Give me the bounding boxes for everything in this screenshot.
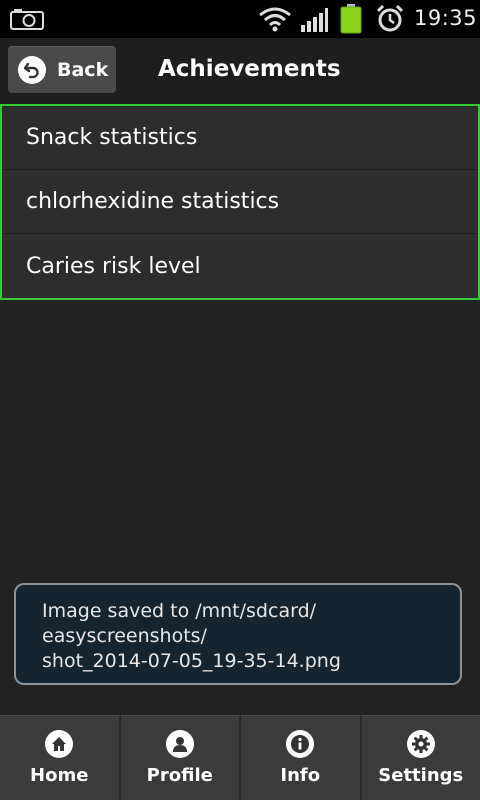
tab-settings-label: Settings xyxy=(378,765,464,786)
tab-info[interactable]: Info xyxy=(241,715,362,800)
status-bar: 19:35 xyxy=(0,0,480,38)
camera-icon xyxy=(10,9,44,30)
gear-icon xyxy=(406,730,435,758)
header: Back Achievements xyxy=(0,38,480,104)
tab-home[interactable]: Home xyxy=(0,715,121,800)
achievements-list: Snack statistics chlorhexidine statistic… xyxy=(0,104,480,300)
wifi-icon xyxy=(259,7,291,32)
toast-line: easyscreenshots/ xyxy=(42,625,207,647)
tab-info-label: Info xyxy=(280,765,321,786)
back-button[interactable]: Back xyxy=(8,46,116,93)
tab-profile-label: Profile xyxy=(146,765,213,786)
status-time: 19:35 xyxy=(414,6,478,30)
list-item-chlorhexidine-statistics[interactable]: chlorhexidine statistics xyxy=(2,170,478,234)
signal-icon xyxy=(301,8,328,32)
list-item-caries-risk-level[interactable]: Caries risk level xyxy=(2,234,478,298)
back-button-label: Back xyxy=(57,58,109,81)
toast-line: shot_2014-07-05_19-35-14.png xyxy=(42,650,341,672)
profile-icon xyxy=(165,730,194,758)
alarm-clock-icon xyxy=(376,5,404,32)
bottom-nav: Home Profile Info Settings xyxy=(0,715,480,800)
tab-settings[interactable]: Settings xyxy=(361,715,480,800)
battery-icon xyxy=(340,4,362,34)
info-icon xyxy=(286,730,315,758)
tab-home-label: Home xyxy=(30,765,89,786)
list-item-snack-statistics[interactable]: Snack statistics xyxy=(2,106,478,170)
page-title: Achievements xyxy=(158,56,341,82)
back-arrow-icon xyxy=(18,55,46,84)
home-icon xyxy=(45,730,74,758)
toast-notification: Image saved to /mnt/sdcard/ easyscreensh… xyxy=(14,583,462,685)
tab-profile[interactable]: Profile xyxy=(120,715,241,800)
toast-line: Image saved to /mnt/sdcard/ xyxy=(42,600,317,622)
